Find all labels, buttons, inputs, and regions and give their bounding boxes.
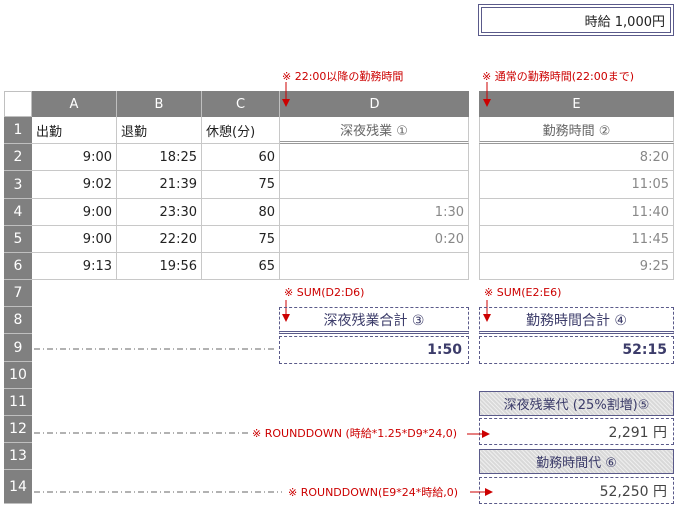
cell-d4[interactable]: 1:30 (280, 199, 469, 226)
cell-d5[interactable]: 0:20 (280, 226, 469, 253)
row-header-5[interactable]: 5 (4, 226, 32, 253)
note-sum-e: ※ SUM(E2:E6) (484, 286, 562, 299)
work-pay-label[interactable]: 勤務時間代 ⑥ (479, 449, 674, 474)
arrow-right-icon (470, 488, 493, 496)
cell-text: 退勤 (121, 124, 148, 140)
late-night-total-label[interactable]: 深夜残業合計 ③ (279, 307, 469, 334)
cell-c3[interactable]: 75 (202, 171, 280, 199)
cell-b3[interactable]: 21:39 (117, 171, 202, 199)
value-text: 52,250 円 (599, 483, 667, 500)
hourly-wage-text: 時給 1,000円 (584, 14, 665, 30)
column-header-c[interactable]: C (202, 91, 280, 117)
work-pay-value[interactable]: 52,250 円 (479, 477, 674, 504)
value-text: 2,291 円 (608, 424, 667, 441)
row-header-13[interactable]: 13 (4, 443, 32, 470)
column-header-e[interactable]: E (479, 91, 674, 117)
cell-a3[interactable]: 9:02 (32, 171, 117, 199)
cell-text: 勤務時間 ② (542, 123, 611, 139)
cell-c4[interactable]: 80 (202, 199, 280, 226)
row-header-12[interactable]: 12 (4, 416, 32, 443)
cell-e4[interactable]: 11:40 (479, 199, 674, 226)
work-hours-total-value[interactable]: 52:15 (479, 336, 674, 364)
arrow-down-icon (282, 82, 290, 107)
cell-c6[interactable]: 65 (202, 253, 280, 280)
row-header-9[interactable]: 9 (4, 334, 32, 362)
row-header-14[interactable]: 14 (4, 470, 32, 504)
cell-e2[interactable]: 8:20 (479, 144, 674, 171)
cell-b4[interactable]: 23:30 (117, 199, 202, 226)
cell-a2[interactable]: 9:00 (32, 144, 117, 171)
arrow-down-icon (483, 82, 491, 107)
cell-c2[interactable]: 60 (202, 144, 280, 171)
column-header-a[interactable]: A (32, 91, 117, 117)
row-header-2[interactable]: 2 (4, 144, 32, 171)
column-header-b[interactable]: B (117, 91, 202, 117)
work-hours-total-label[interactable]: 勤務時間合計 ④ (479, 307, 674, 334)
row-header-4[interactable]: 4 (4, 199, 32, 226)
row-header-1[interactable]: 1 (4, 117, 32, 144)
row-header-6[interactable]: 6 (4, 253, 32, 280)
late-night-pay-label[interactable]: 深夜残業代 (25%割増)⑤ (479, 391, 674, 416)
cell-e3[interactable]: 11:05 (479, 171, 674, 199)
note-rounddown-late: ※ ROUNDDOWN (時給*1.25*D9*24,0) (252, 427, 458, 440)
cell-b6[interactable]: 19:56 (117, 253, 202, 280)
cell-b2[interactable]: 18:25 (117, 144, 202, 171)
value-text: 52:15 (622, 342, 667, 358)
value-text: 1:50 (427, 342, 462, 358)
note-rounddown-work: ※ ROUNDDOWN(E9*24*時給,0) (288, 486, 459, 499)
cell-c5[interactable]: 75 (202, 226, 280, 253)
label-text: 深夜残業代 (25%割増)⑤ (503, 398, 650, 413)
cell-e1[interactable]: 勤務時間 ② (479, 117, 674, 144)
cell-c1[interactable]: 休憩(分) (202, 117, 280, 144)
leader-line (34, 491, 282, 493)
cell-e6[interactable]: 9:25 (479, 253, 674, 280)
cell-text: 深夜残業 ① (340, 123, 408, 139)
cell-d6[interactable] (280, 253, 469, 280)
corner-cell[interactable] (4, 91, 32, 117)
label-text: 勤務時間代 ⑥ (536, 456, 617, 471)
cell-a6[interactable]: 9:13 (32, 253, 117, 280)
note-normal-hours: ※ 通常の勤務時間(22:00まで) (482, 70, 634, 83)
cell-a5[interactable]: 9:00 (32, 226, 117, 253)
late-night-total-value[interactable]: 1:50 (279, 336, 469, 364)
leader-line (34, 348, 274, 350)
cell-text: 出勤 (36, 124, 63, 140)
column-header-d[interactable]: D (280, 91, 469, 117)
cell-d1[interactable]: 深夜残業 ① (280, 117, 469, 144)
cell-b1[interactable]: 退勤 (117, 117, 202, 144)
label-text: 勤務時間合計 ④ (525, 312, 627, 329)
row-header-11[interactable]: 11 (4, 389, 32, 416)
row-header-3[interactable]: 3 (4, 171, 32, 199)
row-header-7[interactable]: 7 (4, 280, 32, 307)
cell-e5[interactable]: 11:45 (479, 226, 674, 253)
label-text: 深夜残業合計 ③ (323, 312, 425, 329)
cell-b5[interactable]: 22:20 (117, 226, 202, 253)
cell-a1[interactable]: 出勤 (32, 117, 117, 144)
cell-d3[interactable] (280, 171, 469, 199)
note-sum-d: ※ SUM(D2:D6) (284, 286, 365, 299)
cell-text: 休憩(分) (206, 124, 256, 140)
note-late-night: ※ 22:00以降の勤務時間 (282, 70, 404, 83)
leader-line (34, 432, 250, 434)
row-header-8[interactable]: 8 (4, 307, 32, 334)
late-night-pay-value[interactable]: 2,291 円 (479, 418, 674, 445)
arrow-right-icon (467, 430, 490, 438)
cell-a4[interactable]: 9:00 (32, 199, 117, 226)
cell-d2[interactable] (280, 144, 469, 171)
hourly-wage-box: 時給 1,000円 (478, 4, 674, 36)
row-header-10[interactable]: 10 (4, 362, 32, 389)
